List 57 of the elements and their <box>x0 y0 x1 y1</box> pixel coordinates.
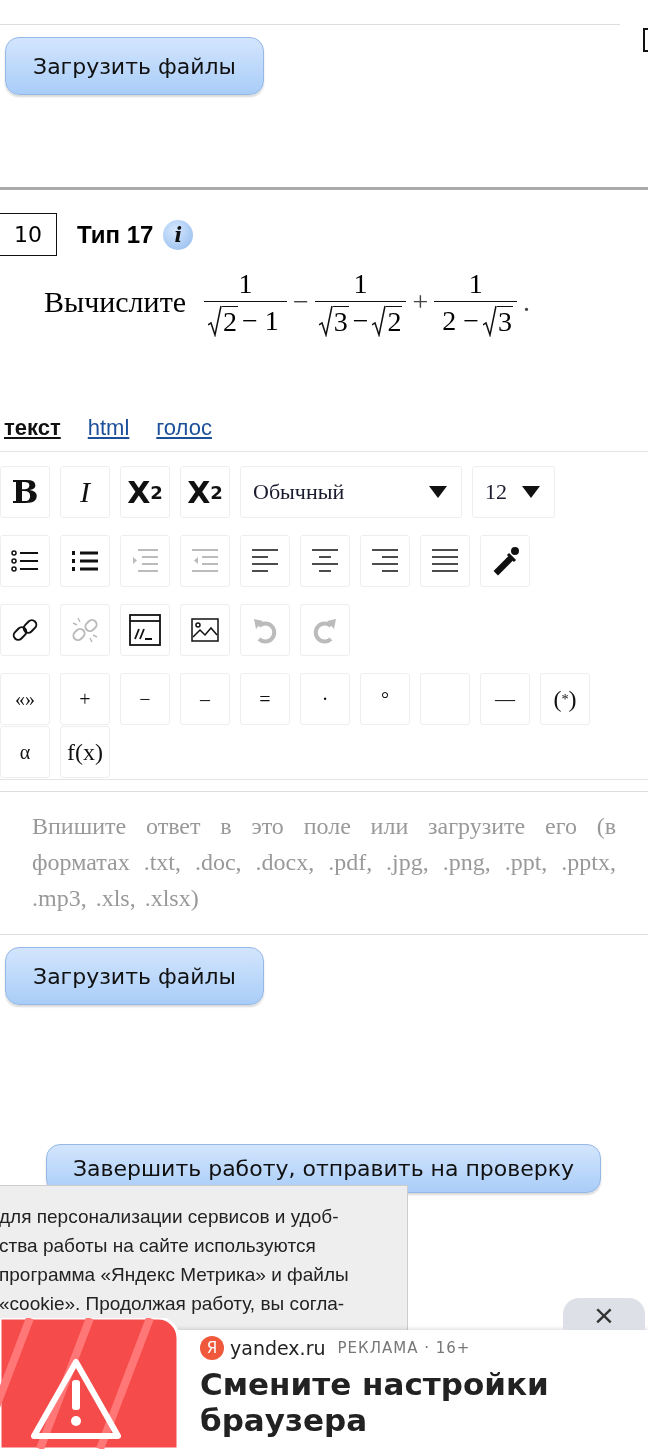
problem-prompt: Вычислите <box>44 285 187 319</box>
square-root: 2 <box>372 305 403 337</box>
square-root: 3 <box>483 305 514 337</box>
info-button[interactable]: i <box>163 219 194 250</box>
style-select[interactable]: Обычный <box>240 466 462 518</box>
justify-button[interactable] <box>420 535 470 587</box>
editor-tab[interactable]: html <box>87 415 130 441</box>
bold-button[interactable]: B <box>0 466 50 518</box>
question-type: Тип 17 <box>77 220 154 249</box>
denominator-term: − <box>351 305 370 337</box>
numerator: 1 <box>467 267 484 301</box>
upload-files-button[interactable]: Загрузить файлы <box>5 37 264 95</box>
numerator: 1 <box>352 267 369 301</box>
ad-domain: yandex.ru <box>230 1337 326 1359</box>
embed-code-icon <box>128 613 162 647</box>
math-operator: . <box>523 286 531 318</box>
denominator-term: − 1 <box>241 305 280 337</box>
image-icon <box>190 615 220 645</box>
broken-link-icon <box>70 615 100 645</box>
script-button[interactable]: X$^{2}$ <box>120 466 170 518</box>
symbol-button[interactable]: ° <box>360 673 410 725</box>
denominator-term: 2 − <box>441 305 481 337</box>
pen-button[interactable] <box>480 535 530 587</box>
symbol-button[interactable]: — <box>480 673 530 725</box>
math-operator: + <box>412 286 429 318</box>
link-button[interactable] <box>0 604 50 656</box>
alignleft-button[interactable] <box>240 535 290 587</box>
upload-files-button[interactable]: Загрузить файлы <box>5 947 264 1005</box>
square-root: 3 <box>318 305 349 337</box>
symbol-button[interactable]: f(x) <box>60 726 110 778</box>
symbol-button[interactable]: α <box>0 726 50 778</box>
image-button[interactable] <box>180 604 230 656</box>
dropdown-caret-icon <box>522 486 540 498</box>
cookie-text: для персонализации сервисов и удоб- ства работы на сайте используются программа «Яндекс Метрика» и файлы «cookie». Продолжая работу, вы согла- <box>0 1205 350 1316</box>
bullets-button[interactable] <box>0 535 50 587</box>
symbol-button[interactable]: + <box>60 673 110 725</box>
close-ad-button[interactable]: × <box>563 1298 645 1330</box>
embed-button[interactable] <box>120 604 170 656</box>
symbol-button[interactable]: – <box>180 673 230 725</box>
dropdown-caret-icon <box>429 486 447 498</box>
numbering-button[interactable] <box>60 535 110 587</box>
square-root: 2 <box>208 305 239 337</box>
editor-tab[interactable]: голос <box>156 415 212 441</box>
symbol-button[interactable]: − <box>120 673 170 725</box>
symbol-button[interactable]: = <box>240 673 290 725</box>
question-number: 10 <box>0 213 57 256</box>
editor-tab[interactable]: текст <box>4 415 61 441</box>
symbol-button[interactable]: · <box>300 673 350 725</box>
alignright-button[interactable] <box>360 535 410 587</box>
italic-button[interactable]: I <box>60 466 110 518</box>
aligncenter-button[interactable] <box>300 535 350 587</box>
ad-headline: Смените настройки браузера <box>200 1366 550 1438</box>
ad-label: РЕКЛАМА · 16+ <box>337 1339 471 1357</box>
symbol-button[interactable]: «» <box>0 673 50 725</box>
numerator: 1 <box>237 267 254 301</box>
size-select[interactable]: 12 <box>472 466 555 518</box>
math-operator: − <box>292 286 309 318</box>
